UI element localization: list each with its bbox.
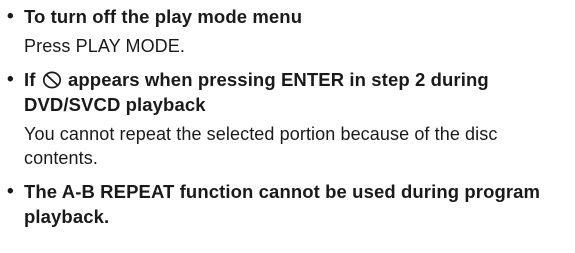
note-heading: The A-B REPEAT function cannot be used d…	[24, 181, 541, 227]
note-heading: To turn off the play mode menu	[24, 6, 303, 27]
prohibition-icon	[42, 71, 61, 89]
bullet-marker: •	[7, 69, 14, 90]
note-body: You cannot repeat the selected portion b…	[24, 124, 498, 168]
heading-suffix: appears when pressing ENTER in step 2 du…	[24, 69, 489, 115]
heading-prefix: If	[24, 69, 36, 90]
note-body: Press PLAY MODE.	[24, 36, 185, 56]
instruction-notes: • To turn off the play mode menu Press P…	[4, 4, 569, 238]
bullet-marker: •	[7, 181, 14, 202]
note-turn-off-menu: • To turn off the play mode menu Press P…	[4, 4, 569, 58]
note-prohibition-symbol: • If appears when pressing ENTER in step…	[4, 67, 569, 170]
note-heading: If appears when pressing ENTER in step 2…	[24, 67, 569, 117]
note-ab-repeat: • The A-B REPEAT function cannot be used…	[4, 179, 569, 229]
bullet-marker: •	[7, 6, 14, 27]
